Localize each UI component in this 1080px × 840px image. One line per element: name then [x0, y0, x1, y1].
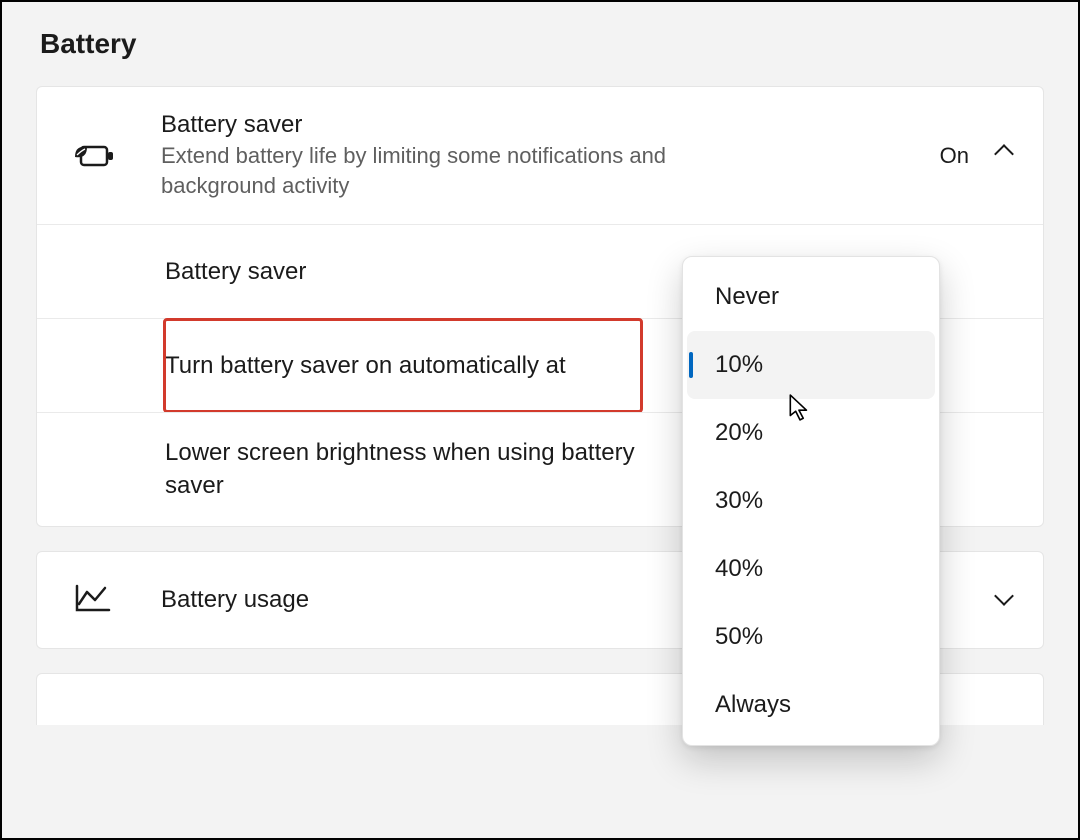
- dropdown-option-always[interactable]: Always: [687, 671, 935, 739]
- threshold-dropdown[interactable]: Never 10% 20% 30% 40% 50% Always: [682, 256, 940, 746]
- dropdown-option-10[interactable]: 10%: [687, 331, 935, 399]
- chevron-up-icon: [993, 145, 1015, 167]
- battery-saver-subtitle: Extend battery life by limiting some not…: [161, 141, 721, 200]
- battery-leaf-icon: [71, 141, 115, 171]
- dropdown-option-never[interactable]: Never: [687, 263, 935, 331]
- dropdown-option-40[interactable]: 40%: [687, 535, 935, 603]
- page-title: Battery: [40, 28, 1044, 60]
- battery-saver-header[interactable]: Battery saver Extend battery life by lim…: [37, 87, 1043, 224]
- gear-icon: [65, 688, 99, 716]
- battery-saver-title: Battery saver: [161, 111, 940, 139]
- dropdown-option-20[interactable]: 20%: [687, 399, 935, 467]
- battery-saver-auto-label: Turn battery saver on automatically at: [165, 350, 685, 382]
- dropdown-option-30[interactable]: 30%: [687, 467, 935, 535]
- battery-saver-toggle-label: Battery saver: [165, 256, 685, 288]
- battery-saver-brightness-label: Lower screen brightness when using batte…: [165, 437, 685, 502]
- dropdown-option-50[interactable]: 50%: [687, 603, 935, 671]
- battery-saver-status: On: [940, 143, 969, 169]
- line-chart-icon: [75, 584, 111, 617]
- chevron-down-icon: [993, 589, 1015, 611]
